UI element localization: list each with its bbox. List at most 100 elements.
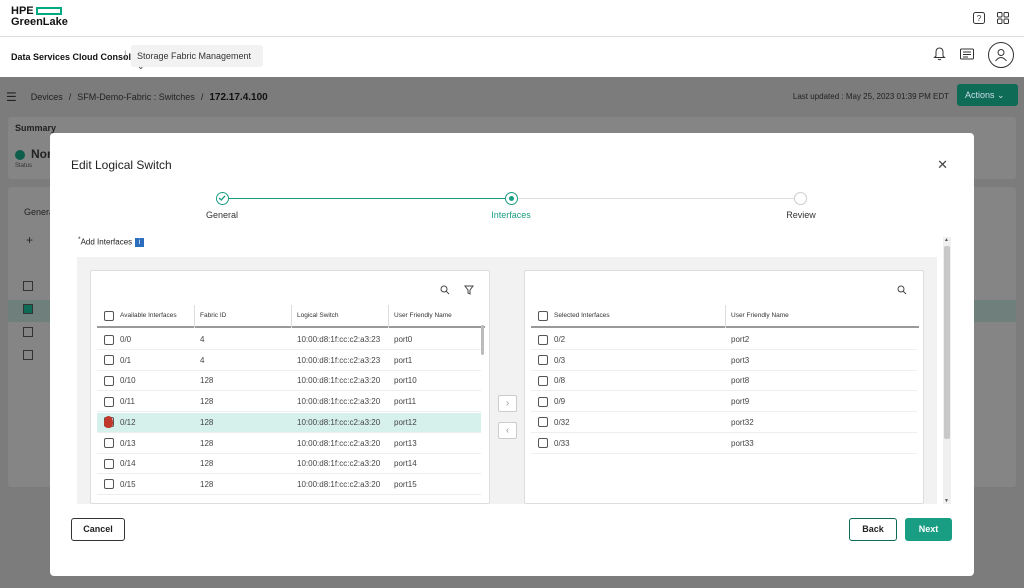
column-header[interactable]: Logical Switch [297, 312, 394, 319]
table-row[interactable]: 0/14 128 10:00:d8:1f:cc:c2:a3:20 port14 [97, 454, 481, 475]
column-header[interactable]: Available Interfaces [120, 312, 200, 319]
console-title: Data Services Cloud Console [11, 52, 137, 62]
move-right-button[interactable]: › [498, 395, 517, 412]
row-checkbox[interactable] [538, 375, 548, 386]
friendly-name-cell: port10 [394, 376, 417, 386]
table-row[interactable]: 0/3 port3 [531, 351, 917, 371]
notification-bell-icon[interactable] [933, 46, 946, 64]
column-header[interactable]: Selected Interfaces [554, 312, 731, 319]
column-header[interactable]: Fabric ID [200, 312, 297, 319]
catalog-icon[interactable] [960, 48, 974, 63]
logical-switch-cell: 10:00:d8:1f:cc:c2:a3:20 [297, 397, 381, 407]
logical-switch-cell: 10:00:d8:1f:cc:c2:a3:20 [297, 479, 381, 489]
edit-logical-switch-modal: Edit Logical Switch ✕ General Interfaces… [50, 133, 974, 576]
row-checkbox[interactable] [538, 396, 548, 407]
friendly-name-cell: port33 [731, 438, 754, 448]
cancel-button[interactable]: Cancel [71, 518, 125, 541]
bg-row-checkbox[interactable] [23, 350, 33, 360]
actions-button[interactable]: Actions ⌄ [957, 84, 1018, 106]
scroll-down-icon[interactable]: ▼ [944, 498, 949, 504]
table-row[interactable]: 0/1 4 10:00:d8:1f:cc:c2:a3:23 port1 [97, 351, 481, 371]
row-checkbox[interactable] [538, 438, 548, 448]
select-all-checkbox[interactable] [538, 310, 548, 321]
interface-cell: 0/32 [554, 417, 570, 427]
table-row[interactable]: 0/2 port2 [531, 330, 917, 350]
scroll-up-icon[interactable]: ▲ [944, 237, 949, 243]
table-row[interactable]: 0/0 4 10:00:d8:1f:cc:c2:a3:23 port0 [97, 330, 481, 350]
select-all-checkbox[interactable] [104, 310, 114, 321]
step-label-review[interactable]: Review [761, 210, 841, 220]
friendly-name-cell: port0 [394, 335, 413, 344]
user-avatar[interactable] [988, 42, 1014, 68]
table-row[interactable]: 0/13 128 10:00:d8:1f:cc:c2:a3:20 port13 [97, 434, 481, 454]
scrollbar-thumb[interactable] [944, 246, 950, 439]
modal-scrollbar[interactable]: ▲ ▼ [943, 237, 951, 504]
row-checkbox[interactable] [538, 355, 548, 366]
summary-title: Summary [15, 123, 57, 133]
bg-row-checkbox[interactable] [23, 281, 33, 291]
table-row[interactable]: 0/32 port32 [531, 413, 917, 433]
interface-cell: 0/33 [554, 438, 570, 448]
available-interfaces-panel: Available Interfaces Fabric ID Logical S… [90, 270, 490, 504]
interface-cell: 0/14 [120, 459, 136, 469]
interface-cell: 0/3 [554, 355, 566, 365]
hpe-greenlake-logo[interactable]: HPE GreenLake [11, 6, 68, 28]
row-checkbox[interactable] [104, 355, 114, 366]
search-icon[interactable] [440, 285, 450, 298]
table-row[interactable]: 0/10 128 10:00:d8:1f:cc:c2:a3:20 port10 [97, 371, 481, 392]
step-pending-icon[interactable] [794, 192, 807, 205]
move-left-button[interactable]: ‹ [498, 422, 517, 439]
row-checkbox[interactable] [104, 438, 114, 448]
logo-bar [35, 7, 62, 16]
summary-status: Nor [31, 147, 52, 161]
hamburger-menu-icon[interactable]: ☰ [6, 90, 17, 104]
column-header[interactable]: User Friendly Name [731, 312, 911, 319]
table-row[interactable]: 0/8 port8 [531, 371, 917, 392]
step-label-general[interactable]: General [182, 210, 262, 220]
info-icon[interactable]: i [135, 238, 145, 248]
row-checkbox[interactable] [538, 334, 548, 345]
breadcrumb-separator: / [200, 92, 204, 102]
bg-row-checkbox[interactable] [23, 327, 33, 337]
next-button[interactable]: Next [905, 518, 952, 541]
back-button[interactable]: Back [849, 518, 897, 541]
step-complete-icon[interactable] [216, 192, 229, 205]
add-icon[interactable]: + [26, 233, 33, 247]
search-icon[interactable] [897, 285, 907, 298]
friendly-name-cell: port9 [731, 397, 750, 407]
breadcrumb-fabric[interactable]: SFM-Demo-Fabric : Switches [77, 92, 195, 102]
fabric-id-cell: 128 [200, 417, 214, 427]
app-selector[interactable]: Storage Fabric Management ⌄ [131, 45, 263, 71]
step-active-icon[interactable] [505, 192, 518, 205]
filter-icon[interactable] [464, 285, 474, 298]
table-row[interactable]: 0/11 128 10:00:d8:1f:cc:c2:a3:20 port11 [97, 392, 481, 413]
row-checkbox[interactable] [104, 458, 114, 469]
help-icon[interactable]: ? [972, 11, 986, 25]
friendly-name-cell: port12 [394, 417, 417, 427]
table-row[interactable]: 0/12 128 10:00:d8:1f:cc:c2:a3:20 port12 [97, 412, 481, 433]
row-checkbox[interactable] [104, 479, 114, 490]
breadcrumb-current: 172.17.4.100 [209, 91, 268, 103]
interface-cell: 0/10 [120, 376, 136, 386]
console-separator: | [124, 50, 127, 61]
app-grid-icon[interactable] [996, 11, 1010, 25]
table-row[interactable]: 0/33 port33 [531, 434, 917, 454]
logical-switch-cell: 10:00:d8:1f:cc:c2:a3:20 [297, 417, 381, 427]
step-label-interfaces[interactable]: Interfaces [471, 210, 551, 220]
table-row[interactable]: 0/9 port9 [531, 392, 917, 413]
bg-row-checkbox[interactable] [23, 304, 33, 314]
selected-interfaces-panel: Selected Interfaces User Friendly Name 0… [524, 270, 924, 504]
row-checkbox[interactable] [104, 396, 114, 407]
row-checkbox[interactable] [104, 375, 114, 386]
row-checkbox[interactable] [538, 417, 548, 428]
table-scrollbar[interactable] [481, 325, 484, 355]
table-row[interactable]: 0/15 128 10:00:d8:1f:cc:c2:a3:20 port15 [97, 475, 481, 495]
breadcrumb-devices[interactable]: Devices [31, 92, 63, 102]
friendly-name-cell: port14 [394, 459, 417, 469]
user-icon [995, 49, 1007, 62]
interface-cell: 0/12 [120, 417, 136, 427]
console-bar: Data Services Cloud Console | Storage Fa… [0, 37, 1024, 77]
column-header[interactable]: User Friendly Name [394, 312, 484, 319]
row-checkbox[interactable] [104, 334, 114, 345]
logical-switch-cell: 10:00:d8:1f:cc:c2:a3:20 [297, 459, 381, 469]
